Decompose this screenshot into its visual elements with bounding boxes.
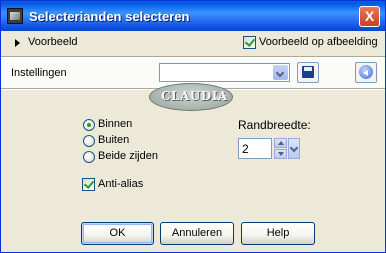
save-settings-button[interactable] <box>297 62 319 83</box>
help-button[interactable]: Help <box>241 222 315 245</box>
antialias-label[interactable]: Anti-alias <box>98 178 143 190</box>
radio-buiten[interactable] <box>83 135 95 147</box>
radio-binnen-label[interactable]: Binnen <box>98 118 132 130</box>
settings-label: Instellingen <box>11 67 67 79</box>
preview-toggle-label[interactable]: Voorbeeld <box>28 36 78 48</box>
border-width-spinner <box>274 138 300 159</box>
spin-down-icon[interactable] <box>274 149 287 159</box>
preview-on-image-checkbox[interactable] <box>243 36 256 49</box>
ok-button[interactable]: OK <box>81 222 154 245</box>
border-width-input[interactable]: 2 <box>238 138 272 159</box>
window-title: Selecterianden selecteren <box>29 9 190 24</box>
app-icon <box>7 8 23 24</box>
spin-dropdown-icon[interactable] <box>288 138 300 159</box>
border-width-label: Randbreedte: <box>238 118 311 132</box>
dialog-window: Selecterianden selecteren X Voorbeeld Vo… <box>0 0 386 253</box>
border-width-value: 2 <box>242 142 249 156</box>
radio-buiten-label[interactable]: Buiten <box>98 134 129 146</box>
radio-binnen[interactable] <box>83 119 95 131</box>
expand-triangle-icon[interactable] <box>15 39 20 47</box>
radio-beide-zijden[interactable] <box>83 151 95 163</box>
chevron-down-icon[interactable] <box>273 65 288 80</box>
antialias-checkbox[interactable] <box>82 178 95 191</box>
reset-settings-button[interactable] <box>355 62 377 83</box>
watermark-logo: CLAUDIA ART <box>149 81 233 111</box>
floppy-disk-icon <box>302 66 314 78</box>
preview-row: Voorbeeld Voorbeeld op afbeelding <box>1 35 385 53</box>
reset-arrow-icon <box>359 65 373 79</box>
radio-beide-zijden-label[interactable]: Beide zijden <box>98 150 158 162</box>
spin-up-icon[interactable] <box>274 138 287 148</box>
title-bar[interactable]: Selecterianden selecteren X <box>1 1 385 31</box>
preview-on-image-label[interactable]: Voorbeeld op afbeelding <box>259 36 378 48</box>
cancel-button[interactable]: Annuleren <box>160 222 234 245</box>
close-button[interactable]: X <box>359 6 380 27</box>
settings-dropdown[interactable] <box>159 63 290 82</box>
watermark-small-text: ART <box>215 96 227 102</box>
